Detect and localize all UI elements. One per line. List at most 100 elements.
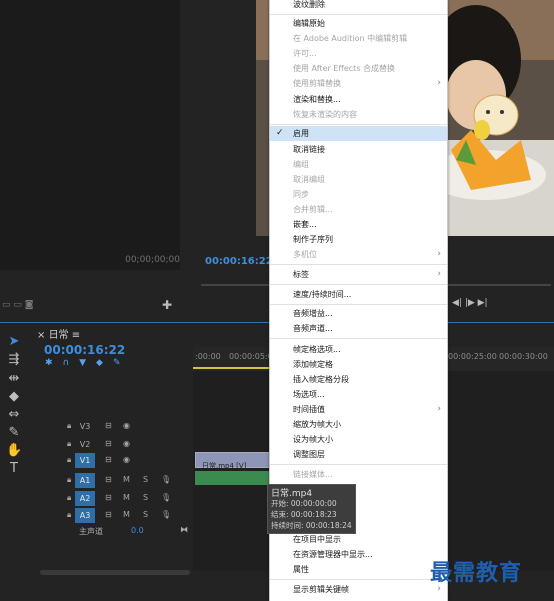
sync-icon[interactable]: ⊟: [105, 421, 112, 430]
menu-item-group[interactable]: 编组: [270, 157, 447, 172]
track-label[interactable]: A1: [75, 473, 95, 488]
sync-icon[interactable]: ⊟: [105, 510, 112, 519]
menu-item-edit-in-audition[interactable]: 在 Adobe Audition 中编辑剪辑: [270, 31, 447, 46]
menu-item-properties[interactable]: 属性: [270, 562, 447, 577]
eye-icon[interactable]: ◉: [123, 455, 130, 464]
sync-icon[interactable]: ⊟: [105, 439, 112, 448]
lock-icon[interactable]: 🔒︎: [67, 510, 71, 520]
pen-tool-icon[interactable]: ✎: [6, 425, 22, 441]
menu-item-ripple-delete[interactable]: 波纹删除: [270, 0, 447, 12]
menu-item-label: 取消编组: [293, 175, 325, 184]
hand-tool-icon[interactable]: ✋: [6, 443, 22, 459]
eye-icon[interactable]: ◉: [123, 439, 130, 448]
menu-item-merge-clips[interactable]: 合并剪辑...: [270, 202, 447, 217]
lock-icon[interactable]: 🔒︎: [67, 439, 71, 449]
ruler-label: 00:00:30:00: [499, 352, 548, 361]
mute-icon[interactable]: M: [123, 493, 130, 502]
timeline-scrollbar[interactable]: [40, 570, 190, 575]
solo-icon[interactable]: S: [143, 475, 148, 484]
program-timecode[interactable]: 00:00:16:22: [205, 256, 273, 267]
menu-item-speed-duration[interactable]: 速度/持续时间...: [270, 287, 447, 302]
lock-icon[interactable]: 🔒︎: [67, 475, 71, 485]
audio-clip[interactable]: [195, 471, 270, 485]
menu-item-edit-original[interactable]: 编辑原始: [270, 16, 447, 31]
mute-icon[interactable]: M: [123, 510, 130, 519]
timeline-toolbar-icons[interactable]: ✱∩▼◆✎: [45, 358, 131, 368]
menu-item-label-submenu[interactable]: 标签 ›: [270, 267, 447, 282]
slip-tool-icon[interactable]: ⇔: [6, 407, 22, 423]
menu-item-insert-frame-hold[interactable]: 插入帧定格分段: [270, 372, 447, 387]
menu-item-render-and-replace[interactable]: 渲染和替换...: [270, 92, 447, 107]
sync-icon[interactable]: ⊟: [105, 455, 112, 464]
track-select-tool-icon[interactable]: ⇶: [6, 352, 22, 368]
source-monitor-viewer: [0, 0, 180, 270]
mic-icon[interactable]: 🎙︎: [161, 475, 171, 484]
video-clip[interactable]: 日常.mp4 [V]: [195, 452, 272, 470]
timeline-tab[interactable]: × 日常 ≡: [37, 326, 80, 341]
master-volume-value[interactable]: 0.0: [131, 526, 144, 535]
lock-icon[interactable]: 🔒︎: [67, 421, 71, 431]
menu-item-field-options[interactable]: 场选项...: [270, 387, 447, 402]
menu-item-ungroup[interactable]: 取消编组: [270, 172, 447, 187]
menu-item-frame-hold-options[interactable]: 帧定格选项...: [270, 342, 447, 357]
source-monitor-panel: 00;00;00;00 ▭ ▭ ◙ ✚: [0, 0, 193, 322]
menu-separator: [270, 284, 447, 285]
menu-item-enable[interactable]: ✓ 启用: [270, 126, 447, 141]
menu-item-audio-channels[interactable]: 音频声道...: [270, 321, 447, 336]
menu-item-reveal-in-explorer[interactable]: 在资源管理器中显示...: [270, 547, 447, 562]
menu-item-replace-with-ae[interactable]: 使用 After Effects 合成替换: [270, 61, 447, 76]
menu-separator: [270, 464, 447, 465]
track-label[interactable]: V3: [75, 419, 95, 434]
lock-icon[interactable]: 🔒︎: [67, 493, 71, 503]
menu-item-set-to-frame[interactable]: 设为帧大小: [270, 432, 447, 447]
menu-item-link-media[interactable]: 链接媒体...: [270, 467, 447, 482]
sync-icon[interactable]: ⊟: [105, 475, 112, 484]
track-label[interactable]: V1: [75, 453, 95, 468]
razor-tool-icon[interactable]: ◆: [6, 389, 22, 405]
add-button-icon[interactable]: ✚: [162, 298, 172, 312]
mute-icon[interactable]: M: [123, 475, 130, 484]
menu-item-audio-gain[interactable]: 音频增益...: [270, 306, 447, 321]
menu-item-synchronize[interactable]: 同步: [270, 187, 447, 202]
menu-item-scale-to-frame[interactable]: 缩放为帧大小: [270, 417, 447, 432]
solo-icon[interactable]: S: [143, 510, 148, 519]
track-label[interactable]: A3: [75, 508, 95, 523]
menu-item-restore-unrendered[interactable]: 恢复未渲染的内容: [270, 107, 447, 122]
menu-item-add-frame-hold[interactable]: 添加帧定格: [270, 357, 447, 372]
menu-item-label: 添加帧定格: [293, 360, 333, 369]
playback-controls-icon[interactable]: ◀| |▶ ▶|: [452, 298, 488, 308]
menu-item-show-clip-keyframes[interactable]: 显示剪辑关键帧 ›: [270, 582, 447, 597]
menu-item-label: 显示剪辑关键帧: [293, 585, 349, 594]
menu-item-label: 取消链接: [293, 145, 325, 154]
lock-icon[interactable]: 🔒︎: [67, 455, 71, 465]
menu-item-license[interactable]: 许可...: [270, 46, 447, 61]
selection-tool-icon[interactable]: ➤: [6, 334, 22, 350]
menu-item-label: 嵌套...: [293, 220, 317, 229]
menu-item-multicam[interactable]: 多机位 ›: [270, 247, 447, 262]
menu-item-unlink[interactable]: 取消链接: [270, 142, 447, 157]
menu-item-label: 速度/持续时间...: [293, 290, 352, 299]
type-tool-icon[interactable]: T: [6, 461, 22, 477]
track-label[interactable]: A2: [75, 491, 95, 506]
master-label: 主声道: [79, 527, 103, 536]
mic-icon[interactable]: 🎙︎: [161, 493, 171, 502]
watermark-text: 最需教育: [430, 560, 523, 586]
sync-icon[interactable]: ⊟: [105, 493, 112, 502]
export-frame-icon[interactable]: ▭ ▭ ◙: [2, 300, 33, 310]
source-timecode: 00;00;00;00: [125, 255, 180, 265]
menu-item-make-subsequence[interactable]: 制作子序列: [270, 232, 447, 247]
master-end-icon[interactable]: ⧓: [180, 525, 188, 534]
menu-item-replace-with-clip[interactable]: 使用剪辑替换 ›: [270, 76, 447, 91]
menu-separator: [270, 304, 447, 305]
timeline-timecode[interactable]: 00:00:16:22: [44, 343, 125, 357]
work-area-bar[interactable]: [193, 367, 271, 369]
ripple-edit-tool-icon[interactable]: ⇹: [6, 371, 22, 387]
menu-item-time-interpolation[interactable]: 时间插值 ›: [270, 402, 447, 417]
menu-item-reveal-in-project[interactable]: 在项目中显示: [270, 532, 447, 547]
menu-item-adjustment-layer[interactable]: 调整图层: [270, 447, 447, 462]
menu-item-nest[interactable]: 嵌套...: [270, 217, 447, 232]
solo-icon[interactable]: S: [143, 493, 148, 502]
mic-icon[interactable]: 🎙︎: [161, 510, 171, 519]
track-label[interactable]: V2: [75, 437, 95, 452]
eye-icon[interactable]: ◉: [123, 421, 130, 430]
